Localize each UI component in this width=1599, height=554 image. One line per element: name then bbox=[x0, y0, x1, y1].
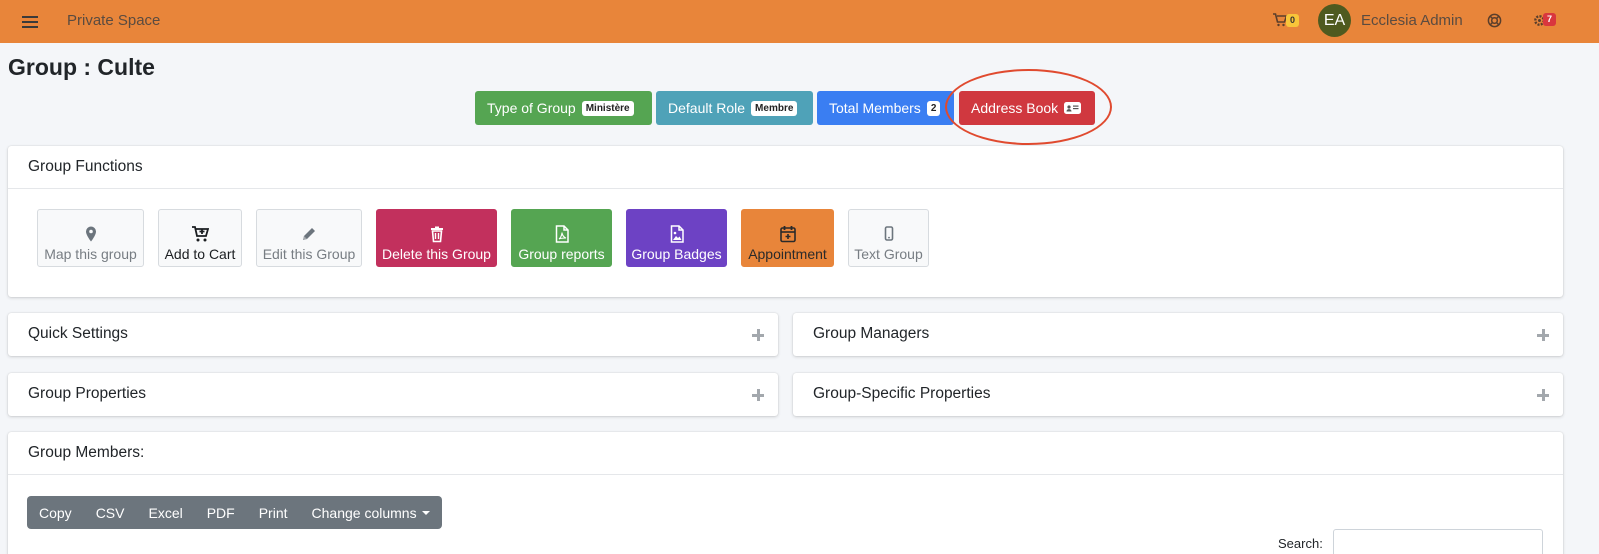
notifications-badge: 7 bbox=[1543, 13, 1557, 26]
total-members-badge: 2 bbox=[926, 100, 941, 116]
print-button[interactable]: Print bbox=[247, 496, 300, 529]
pencil-icon bbox=[303, 228, 315, 240]
type-of-group-badge: Ministère bbox=[581, 100, 634, 116]
user-name[interactable]: Ecclesia Admin bbox=[1361, 12, 1463, 29]
hamburger-menu-icon[interactable] bbox=[22, 12, 38, 31]
default-role-label: Default Role bbox=[668, 100, 746, 116]
map-marker-icon bbox=[85, 226, 96, 242]
group-badges-label: Group Badges bbox=[631, 246, 722, 262]
avatar[interactable]: EA bbox=[1318, 4, 1351, 37]
excel-button[interactable]: Excel bbox=[136, 496, 194, 529]
default-role-badge: Membre bbox=[751, 100, 798, 116]
expand-plus-icon[interactable] bbox=[752, 389, 764, 401]
quick-settings-header: Quick Settings bbox=[28, 325, 128, 342]
group-properties-header: Group Properties bbox=[28, 385, 147, 402]
group-reports-label: Group reports bbox=[518, 246, 605, 262]
group-managers-card: Group Managers bbox=[793, 313, 1563, 356]
text-group-label: Text Group bbox=[854, 246, 923, 262]
page-title: Group : Culte bbox=[8, 54, 155, 80]
map-group-button[interactable]: Map this group bbox=[37, 209, 144, 267]
group-members-header: Group Members: bbox=[8, 432, 1563, 475]
address-book-button[interactable]: Address Book bbox=[959, 91, 1095, 125]
group-functions-header: Group Functions bbox=[8, 146, 1563, 189]
group-badges-button[interactable]: Group Badges bbox=[626, 209, 727, 267]
expand-plus-icon[interactable] bbox=[752, 329, 764, 341]
edit-group-button[interactable]: Edit this Group bbox=[256, 209, 362, 267]
life-ring-icon[interactable] bbox=[1487, 13, 1502, 28]
default-role-button[interactable]: Default Role Membre bbox=[656, 91, 813, 125]
group-reports-button[interactable]: Group reports bbox=[511, 209, 612, 267]
type-of-group-button[interactable]: Type of Group Ministère bbox=[475, 91, 652, 125]
change-columns-label: Change columns bbox=[311, 504, 417, 521]
nav-title[interactable]: Private Space bbox=[67, 12, 160, 29]
quick-settings-card: Quick Settings bbox=[8, 313, 778, 356]
total-members-button[interactable]: Total Members 2 bbox=[817, 91, 954, 125]
cart-plus-icon bbox=[192, 226, 209, 242]
calendar-plus-icon bbox=[779, 226, 796, 243]
copy-button[interactable]: Copy bbox=[27, 496, 84, 529]
address-card-icon bbox=[1064, 102, 1082, 114]
change-columns-button[interactable]: Change columns bbox=[300, 496, 442, 529]
map-group-label: Map this group bbox=[44, 246, 137, 262]
add-to-cart-button[interactable]: Add to Cart bbox=[158, 209, 242, 267]
pdf-button[interactable]: PDF bbox=[195, 496, 247, 529]
caret-down-icon bbox=[421, 510, 430, 515]
group-specific-properties-card: Group-Specific Properties bbox=[793, 373, 1563, 416]
total-members-label: Total Members bbox=[829, 100, 921, 116]
csv-button[interactable]: CSV bbox=[84, 496, 137, 529]
address-book-label: Address Book bbox=[971, 100, 1059, 116]
group-properties-card: Group Properties bbox=[8, 373, 778, 416]
cart-icon[interactable] bbox=[1273, 13, 1287, 27]
add-to-cart-label: Add to Cart bbox=[164, 246, 236, 262]
delete-group-button[interactable]: Delete this Group bbox=[376, 209, 497, 267]
pdf-file-icon bbox=[555, 225, 569, 243]
text-group-button[interactable]: Text Group bbox=[848, 209, 929, 267]
expand-plus-icon[interactable] bbox=[1537, 389, 1549, 401]
mobile-phone-icon bbox=[884, 226, 893, 241]
cart-count-badge: 0 bbox=[1286, 14, 1300, 27]
type-of-group-label: Type of Group bbox=[487, 100, 576, 116]
group-members-card: Group Members: bbox=[8, 432, 1563, 554]
edit-group-label: Edit this Group bbox=[262, 246, 356, 262]
appointment-label: Appointment bbox=[748, 246, 827, 262]
group-specific-properties-header: Group-Specific Properties bbox=[813, 385, 991, 402]
group-managers-header: Group Managers bbox=[813, 325, 930, 342]
table-export-buttons: Copy CSV Excel PDF Print Change columns bbox=[27, 496, 442, 529]
top-navbar: Private Space 0 EA Ecclesia Admin 7 bbox=[0, 0, 1599, 43]
trash-icon bbox=[430, 226, 443, 243]
appointment-button[interactable]: Appointment bbox=[741, 209, 834, 267]
search-input[interactable] bbox=[1333, 529, 1543, 554]
image-file-icon bbox=[670, 225, 684, 243]
search-label: Search: bbox=[1278, 536, 1323, 551]
delete-group-label: Delete this Group bbox=[382, 246, 491, 262]
expand-plus-icon[interactable] bbox=[1537, 329, 1549, 341]
